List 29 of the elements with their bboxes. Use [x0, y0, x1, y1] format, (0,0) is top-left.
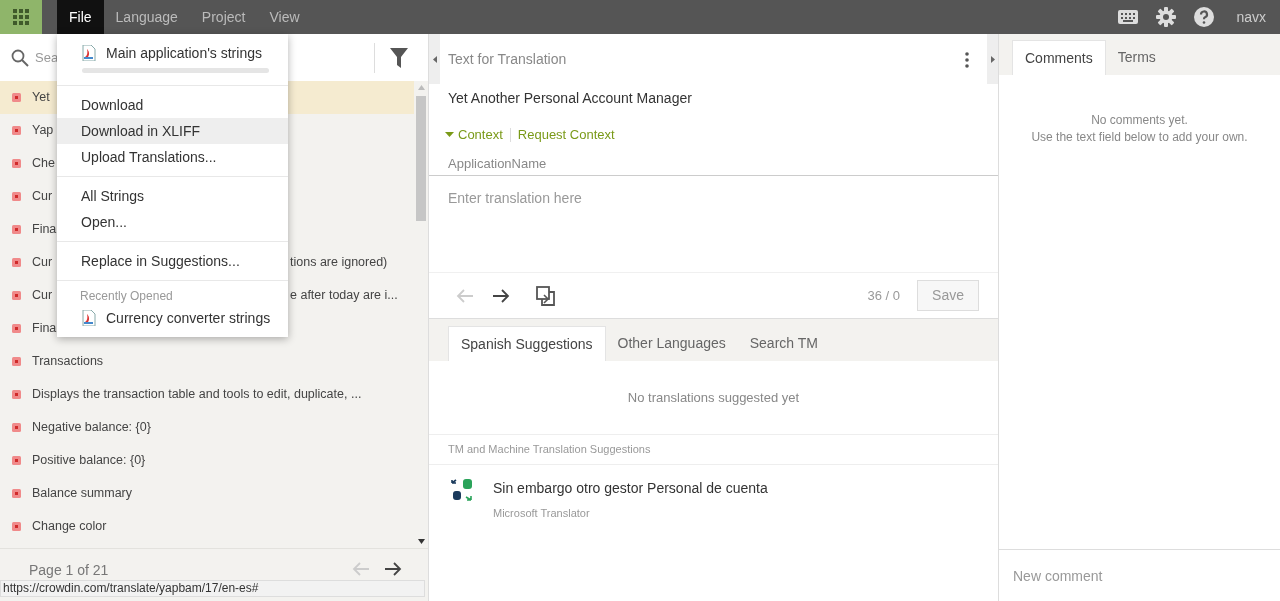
- string-text: Displays the transaction table and tools to edit, duplicate, ...: [32, 386, 362, 404]
- string-text: Negative balance: {0}: [32, 419, 151, 437]
- suggestion-text: Sin embargo otro gestor Personal de cuenta: [493, 479, 768, 498]
- string-text: Fina: [32, 320, 57, 338]
- suggestion-source: Microsoft Translator: [493, 506, 591, 521]
- character-counter: 36 / 0: [867, 286, 901, 305]
- status-url: https://crowdin.com/translate/yapbam/17/en-es#: [0, 580, 425, 597]
- string-text: Cur: [32, 287, 53, 305]
- string-text: Yap: [32, 122, 54, 140]
- string-text: Transactions: [32, 353, 104, 371]
- string-text: Che: [32, 155, 55, 173]
- string-text: Positive balance: {0}: [32, 452, 146, 470]
- section-heading: TM and Machine Translation Suggestions: [448, 442, 651, 458]
- empty-message: Use the text field below to add your own.: [1031, 129, 1248, 146]
- empty-message: No comments yet.: [1091, 112, 1188, 129]
- string-text: Cur: [32, 254, 53, 272]
- panel-title: Text for Translation: [448, 50, 567, 69]
- string-text: Cur: [32, 188, 53, 206]
- page-indicator: Page 1 of 21: [29, 562, 109, 578]
- string-text: Fina: [32, 221, 57, 239]
- string-text: Balance summary: [32, 485, 133, 503]
- string-text: e after today are i...: [290, 287, 398, 305]
- source-text: Yet Another Personal Account Manager: [448, 89, 693, 108]
- context-value: ApplicationName: [448, 154, 548, 173]
- string-text: Change color: [32, 518, 107, 536]
- menu-section-label: Recently Opened: [79, 288, 174, 305]
- string-text: Yet: [32, 89, 50, 107]
- string-text: tions are ignored): [290, 254, 388, 272]
- empty-message: No translations suggested yet: [627, 388, 800, 407]
